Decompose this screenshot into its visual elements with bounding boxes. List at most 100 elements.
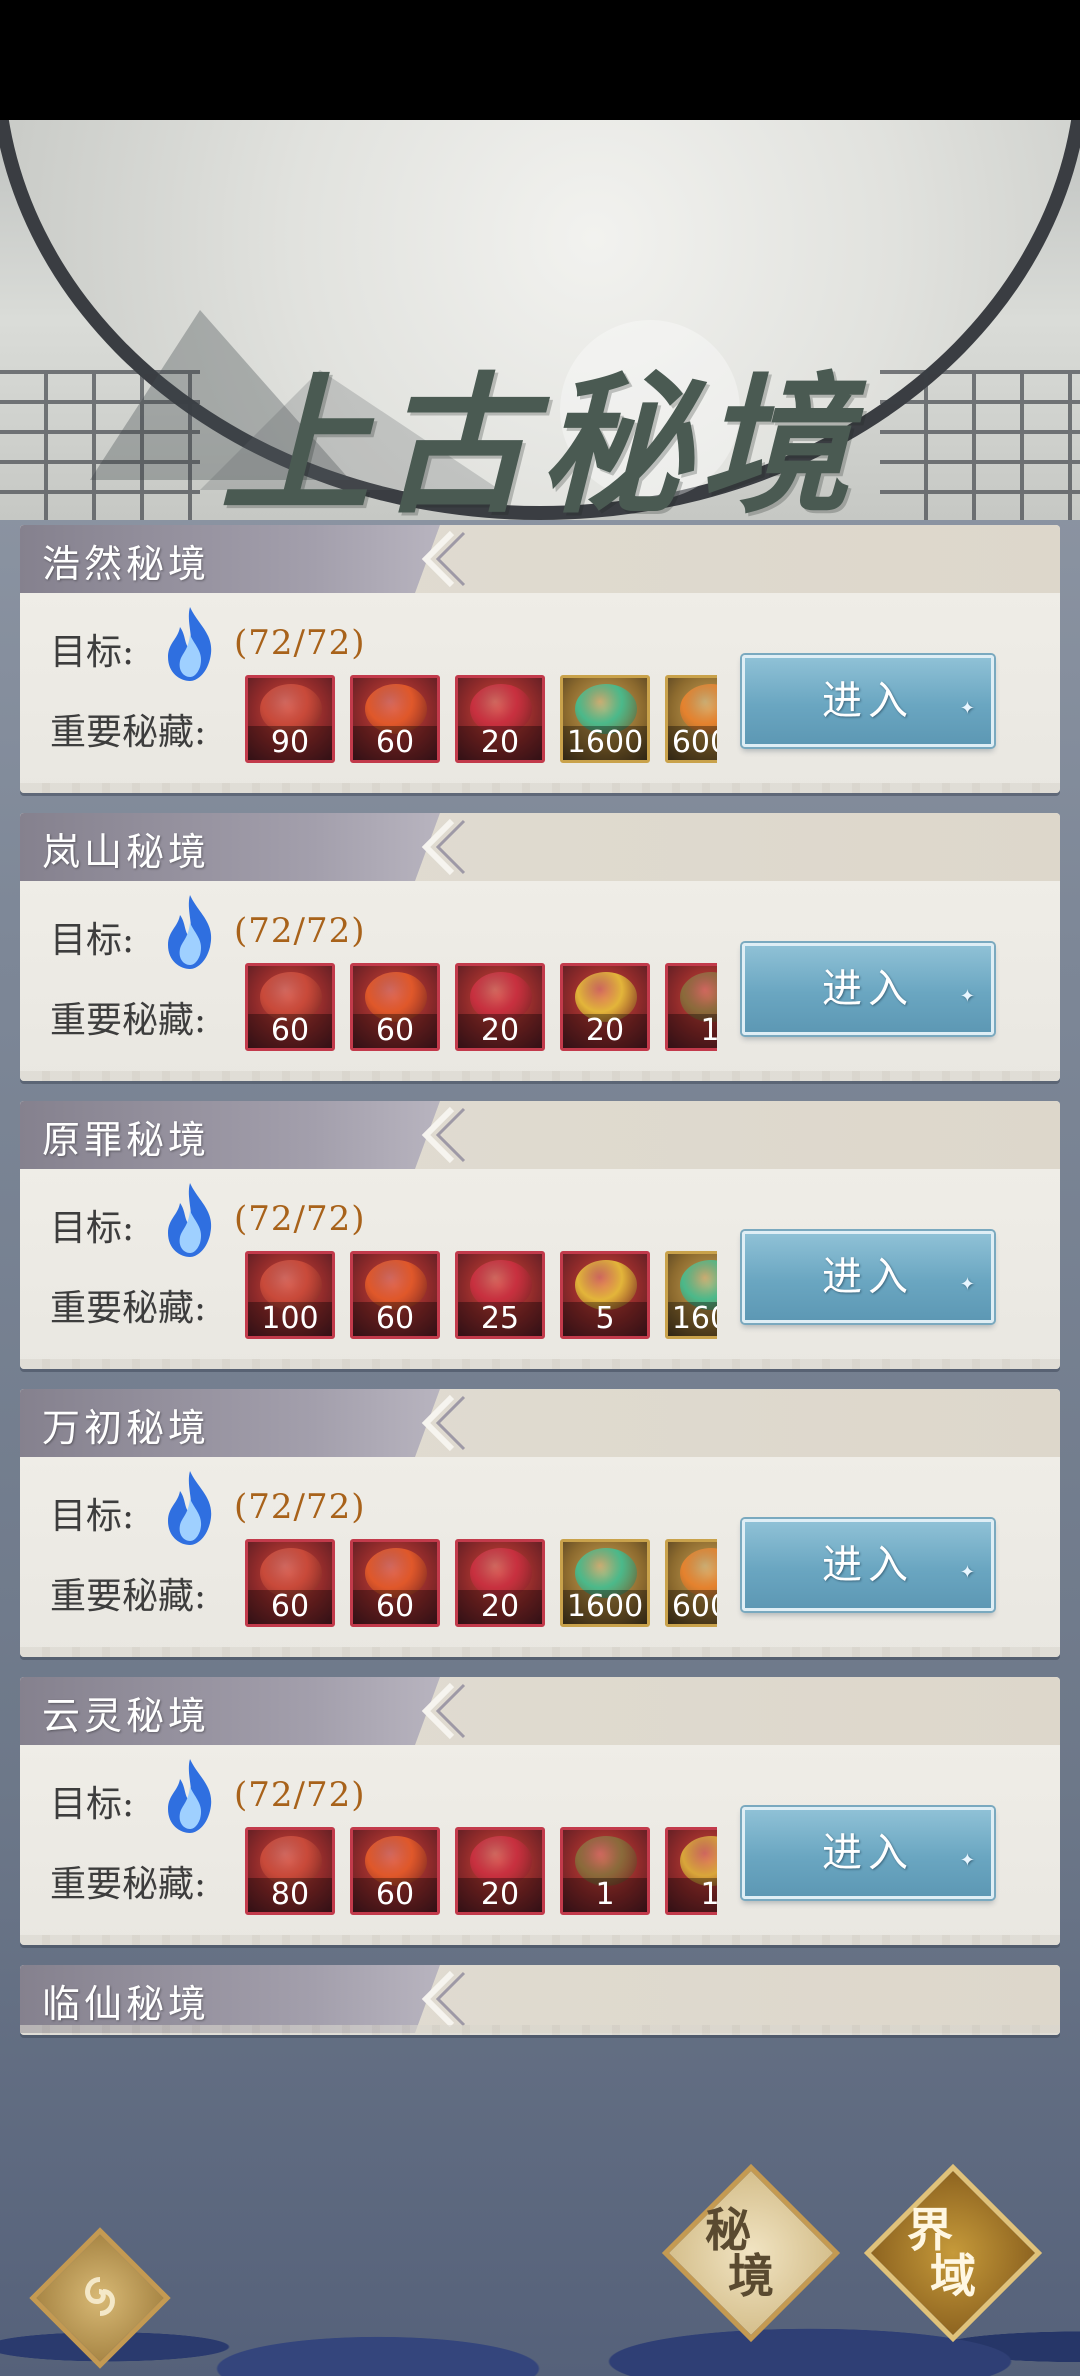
- target-progress: (72/72): [234, 1199, 366, 1239]
- sparkle-icon: ✦: [959, 986, 981, 1007]
- treasure-item[interactable]: 20: [455, 963, 545, 1051]
- enter-button[interactable]: 进入 ✦: [742, 655, 994, 747]
- target-progress: (72/72): [234, 1775, 366, 1815]
- enter-button[interactable]: 进入 ✦: [742, 1807, 994, 1899]
- sparkle-icon: ✦: [959, 1850, 981, 1871]
- treasure-item[interactable]: 60: [245, 1539, 335, 1627]
- treasure-item[interactable]: 60: [350, 1251, 440, 1339]
- item-quantity: 60: [353, 1878, 437, 1912]
- sparkle-icon: ✦: [959, 1274, 981, 1295]
- treasure-item[interactable]: 1: [665, 963, 717, 1051]
- blue-flame-icon: [168, 1471, 212, 1545]
- blue-flame-icon: [168, 895, 212, 969]
- item-quantity: 1: [563, 1878, 647, 1912]
- target-label: 目标:: [50, 1784, 135, 1825]
- item-quantity: 1: [668, 1878, 717, 1912]
- chevron-left-icon: [421, 530, 466, 588]
- sparkle-icon: ✦: [959, 1562, 981, 1583]
- realm-card: 万初秘境 目标: (72/72) 重要秘藏: 60 60 20 1600 6000 进入…: [20, 1389, 1060, 1657]
- scroll-swirl-icon: [75, 2272, 125, 2325]
- treasure-label: 重要秘藏:: [50, 1576, 207, 1617]
- realm-name: 万初秘境: [42, 1406, 211, 1450]
- page-title: 上古秘境: [219, 358, 860, 520]
- enter-button-label: 进入: [822, 1542, 914, 1588]
- item-quantity: 20: [458, 1014, 542, 1048]
- treasure-label: 重要秘藏:: [50, 1000, 207, 1041]
- treasure-item[interactable]: 60: [350, 1539, 440, 1627]
- enter-button[interactable]: 进入 ✦: [742, 943, 994, 1035]
- target-label: 目标:: [50, 920, 135, 961]
- treasure-item[interactable]: 1600: [665, 1251, 717, 1339]
- enter-button-label: 进入: [822, 966, 914, 1012]
- realm-card: 浩然秘境 目标: (72/72) 重要秘藏: 90 60 20 1600 6000 进入…: [20, 525, 1060, 793]
- item-quantity: 6000: [668, 1590, 717, 1624]
- treasure-item[interactable]: 20: [560, 963, 650, 1051]
- treasure-label: 重要秘藏:: [50, 1864, 207, 1905]
- card-header: 原罪秘境: [20, 1101, 1060, 1169]
- treasure-item[interactable]: 100: [245, 1251, 335, 1339]
- card-header: 岚山秘境: [20, 813, 1060, 881]
- chevron-left-icon: [421, 1106, 466, 1164]
- item-quantity: 1: [668, 1014, 717, 1048]
- treasure-item[interactable]: 1: [560, 1827, 650, 1915]
- treasure-item[interactable]: 5: [560, 1251, 650, 1339]
- card-header: 浩然秘境: [20, 525, 1060, 593]
- realm-name: 临仙秘境: [42, 1982, 211, 2026]
- target-progress: (72/72): [234, 911, 366, 951]
- status-bar: [0, 0, 1080, 120]
- item-quantity: 25: [458, 1302, 542, 1336]
- item-quantity: 20: [458, 1590, 542, 1624]
- treasure-item[interactable]: 1: [665, 1827, 717, 1915]
- card-header: 云灵秘境: [20, 1677, 1060, 1745]
- treasure-item[interactable]: 1600: [560, 1539, 650, 1627]
- item-quantity: 90: [248, 726, 332, 760]
- sparkle-icon: ✦: [959, 698, 981, 719]
- treasure-item[interactable]: 80: [245, 1827, 335, 1915]
- enter-button-label: 进入: [822, 1830, 914, 1876]
- chevron-left-icon: [421, 1970, 466, 2028]
- enter-button-label: 进入: [822, 678, 914, 724]
- treasure-item[interactable]: 6000: [665, 675, 717, 763]
- enter-button[interactable]: 进入 ✦: [742, 1519, 994, 1611]
- realm-domain-nav-label-wrap: 界 域: [907, 2203, 999, 2303]
- item-quantity: 60: [353, 1302, 437, 1336]
- item-quantity: 20: [563, 1014, 647, 1048]
- treasure-item[interactable]: 60: [245, 963, 335, 1051]
- treasure-item[interactable]: 60: [350, 675, 440, 763]
- realm-card: 云灵秘境 目标: (72/72) 重要秘藏: 80 60 20 1 1 进入 ✦: [20, 1677, 1060, 1945]
- item-quantity: 1600: [563, 726, 647, 760]
- item-quantity: 60: [353, 1014, 437, 1048]
- realm-card: 岚山秘境 目标: (72/72) 重要秘藏: 60 60 20 20 1 进入 ✦: [20, 813, 1060, 1081]
- treasure-item[interactable]: 60: [350, 963, 440, 1051]
- item-quantity: 60: [248, 1590, 332, 1624]
- treasure-item[interactable]: 6000: [665, 1539, 717, 1627]
- treasure-item[interactable]: 20: [455, 1539, 545, 1627]
- enter-button-label: 进入: [822, 1254, 914, 1300]
- treasure-item[interactable]: 20: [455, 675, 545, 763]
- chevron-left-icon: [421, 1394, 466, 1452]
- item-quantity: 20: [458, 1878, 542, 1912]
- item-quantity: 60: [353, 726, 437, 760]
- blue-flame-icon: [168, 607, 212, 681]
- treasure-item[interactable]: 25: [455, 1251, 545, 1339]
- treasure-item[interactable]: 20: [455, 1827, 545, 1915]
- realm-card-partial[interactable]: 临仙秘境: [20, 1965, 1060, 2035]
- treasure-items: 100 60 25 5 1600: [225, 1251, 717, 1343]
- item-quantity: 60: [353, 1590, 437, 1624]
- treasure-label: 重要秘藏:: [50, 1288, 207, 1329]
- card-header: 临仙秘境: [20, 1965, 1060, 2033]
- treasure-item[interactable]: 90: [245, 675, 335, 763]
- realm-name: 岚山秘境: [42, 830, 211, 874]
- blue-flame-icon: [168, 1183, 212, 1257]
- treasure-item[interactable]: 60: [350, 1827, 440, 1915]
- chevron-left-icon: [421, 818, 466, 876]
- realm-name: 原罪秘境: [42, 1118, 211, 1162]
- treasure-item[interactable]: 1600: [560, 675, 650, 763]
- chevron-left-icon: [421, 1682, 466, 1740]
- target-progress: (72/72): [234, 623, 366, 663]
- secret-realm-nav-label-wrap: 秘 境: [705, 2203, 797, 2303]
- secret-realm-nav-label: 秘 境: [705, 2203, 797, 2303]
- enter-button[interactable]: 进入 ✦: [742, 1231, 994, 1323]
- realm-name: 云灵秘境: [42, 1694, 211, 1738]
- treasure-items: 80 60 20 1 1: [225, 1827, 717, 1919]
